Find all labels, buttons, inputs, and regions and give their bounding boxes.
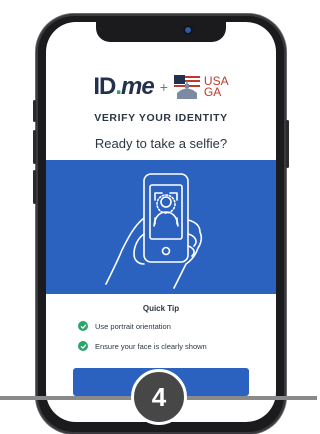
camera-icon (185, 27, 191, 33)
plus-sign: + (159, 79, 168, 95)
hand-holding-phone-icon (105, 173, 203, 289)
usaga-logo: USA GA (203, 74, 229, 99)
phone-power-button (286, 120, 289, 168)
check-icon (78, 321, 88, 331)
phone-volume-button (33, 130, 36, 164)
tip-item: Use portrait orientation (78, 320, 171, 332)
page-title: Ready to take a selfie? (94, 136, 228, 151)
phone-screen: ID.me + USA GA VERIFY YOUR IDENTITY Read… (46, 22, 276, 422)
idme-logo: ID.me (93, 73, 154, 100)
quick-tip-title: Quick Tip (142, 304, 180, 313)
capitol-flag-icon (173, 75, 200, 99)
header-logos: ID.me + USA GA (46, 72, 276, 102)
tip-item: Ensure your face is clearly shown (78, 340, 207, 352)
step-number-badge: 4 (131, 369, 187, 425)
check-icon (78, 341, 88, 351)
selfie-illustration-panel (46, 160, 276, 294)
verify-title: VERIFY YOUR IDENTITY (94, 112, 228, 124)
phone-side-button (33, 100, 36, 122)
phone-volume-button (33, 170, 36, 204)
phone-notch (96, 22, 226, 42)
